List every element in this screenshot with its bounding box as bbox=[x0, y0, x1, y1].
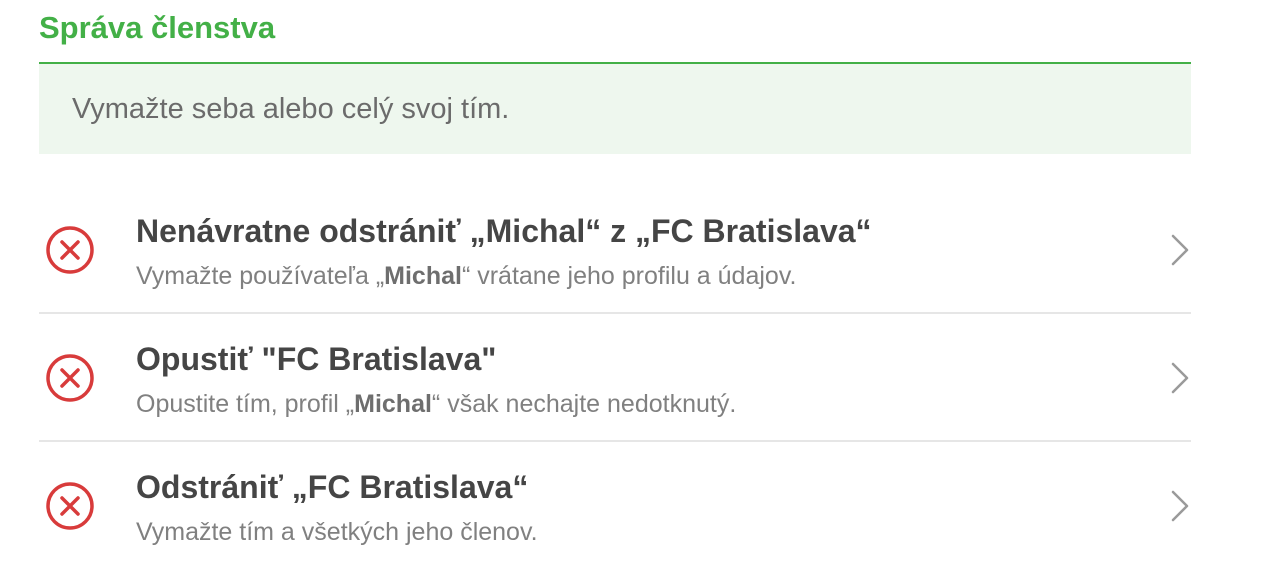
action-description-text: “ vrátane jeho profilu a údajov. bbox=[461, 262, 797, 290]
delete-user-from-team-action[interactable]: Nenávratne odstrániť „Michal“ z „FC Brat… bbox=[39, 186, 1191, 314]
action-description: Opustite tím, profil „Michal“ však necha… bbox=[136, 387, 736, 421]
close-circle-icon bbox=[46, 354, 94, 402]
action-description-text: “ však nechajte nedotknutý. bbox=[431, 390, 737, 418]
action-description: Vymažte používateľa „Michal“ vrátane jeh… bbox=[136, 259, 796, 293]
action-title: Nenávratne odstrániť „Michal“ z „FC Brat… bbox=[136, 213, 872, 249]
delete-team-action[interactable]: Odstrániť „FC Bratislava“ Vymažte tím a … bbox=[39, 442, 1191, 570]
user-name: Michal bbox=[384, 262, 462, 290]
chevron-right-icon bbox=[1171, 362, 1189, 394]
membership-action-list: Nenávratne odstrániť „Michal“ z „FC Brat… bbox=[39, 186, 1191, 570]
action-title: Opustiť "FC Bratislava" bbox=[136, 341, 497, 377]
action-description-text: Vymažte tím a všetkých jeho členov. bbox=[136, 518, 538, 546]
leave-team-action[interactable]: Opustiť "FC Bratislava" Opustite tím, pr… bbox=[39, 314, 1191, 442]
action-description: Vymažte tím a všetkých jeho členov. bbox=[136, 515, 538, 549]
user-name: Michal bbox=[354, 390, 432, 418]
close-circle-icon bbox=[46, 482, 94, 530]
section-title: Správa členstva bbox=[39, 10, 276, 45]
chevron-right-icon bbox=[1171, 234, 1189, 266]
chevron-right-icon bbox=[1171, 490, 1189, 522]
action-description-text: Vymažte používateľa „ bbox=[136, 262, 385, 290]
action-description-text: Opustite tím, profil „ bbox=[136, 390, 355, 418]
info-banner-text: Vymažte seba alebo celý svoj tím. bbox=[72, 93, 510, 125]
close-circle-icon bbox=[46, 226, 94, 274]
info-banner: Vymažte seba alebo celý svoj tím. bbox=[39, 64, 1191, 154]
action-title: Odstrániť „FC Bratislava“ bbox=[136, 469, 529, 505]
